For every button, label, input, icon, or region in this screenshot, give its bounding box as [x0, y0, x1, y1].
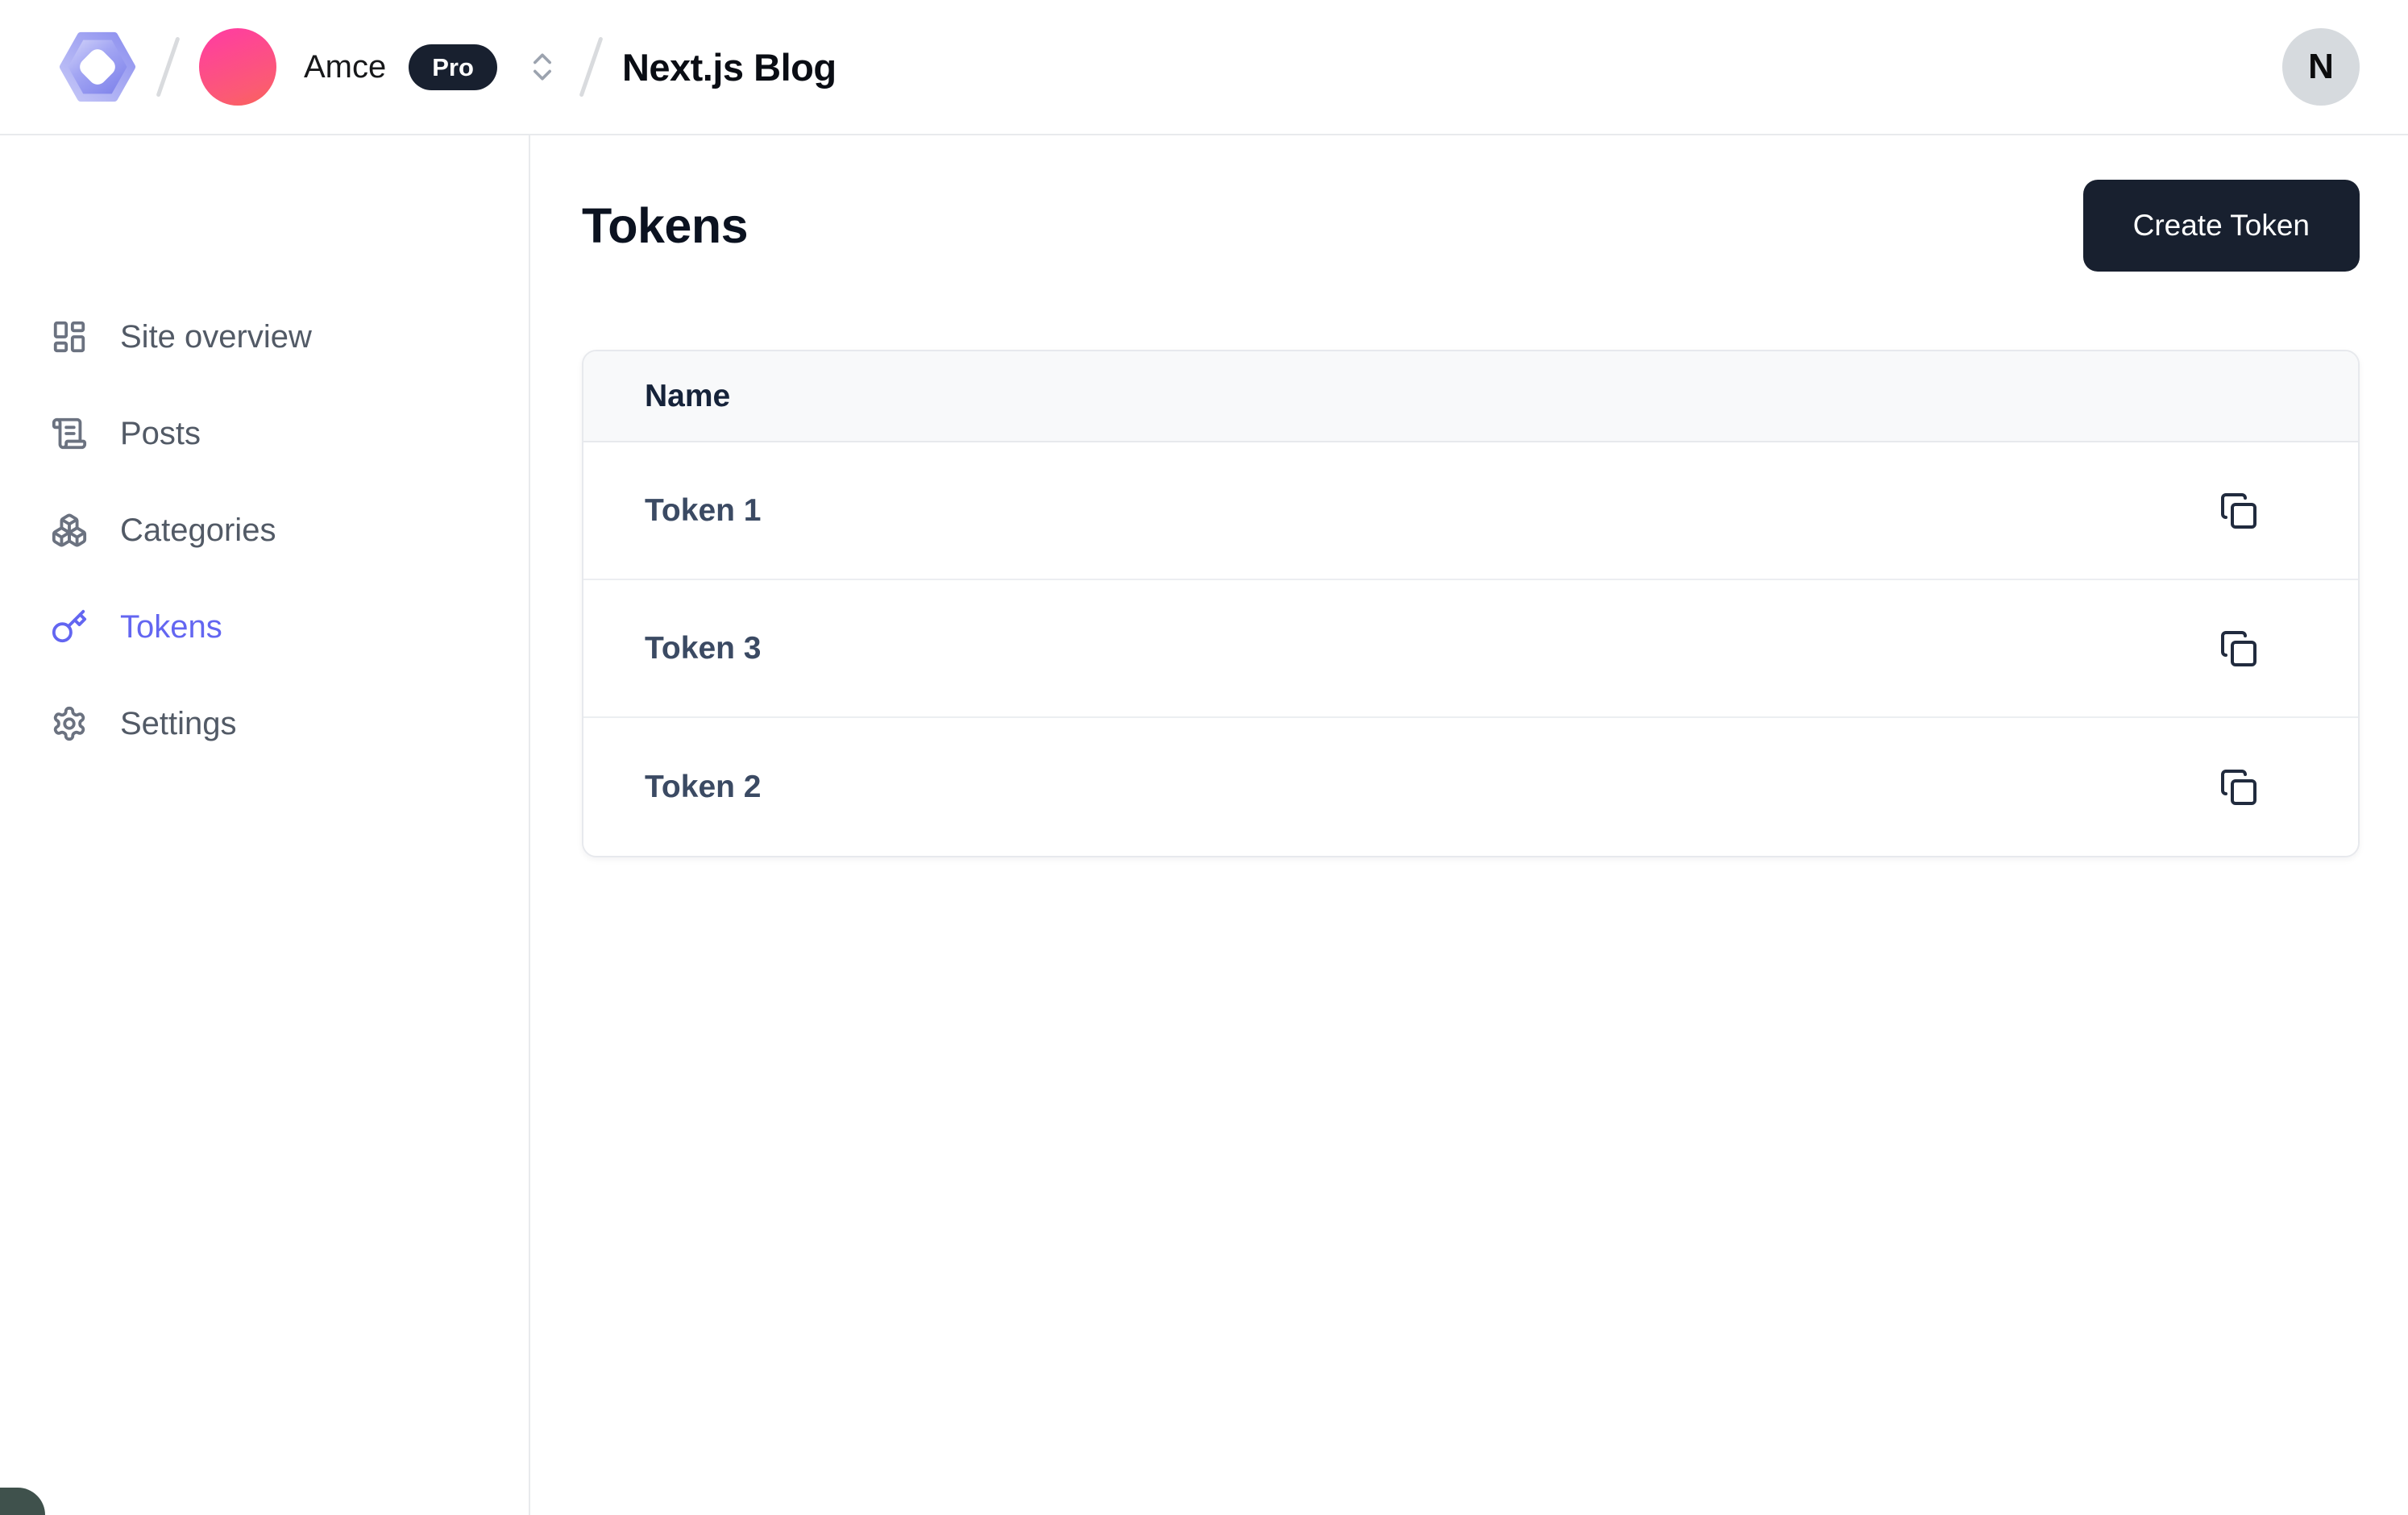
copy-token-button[interactable] — [2219, 768, 2258, 807]
copy-token-button[interactable] — [2219, 629, 2258, 668]
copy-icon — [2219, 629, 2258, 668]
sidebar-item-label: Tokens — [120, 609, 222, 645]
sidebar-item-settings[interactable]: Settings — [0, 675, 529, 772]
sidebar-item-label: Site overview — [120, 319, 312, 355]
breadcrumb-separator — [156, 36, 180, 97]
workspace-switcher-chevrons-icon[interactable] — [525, 49, 560, 85]
sidebar-nav: Site overview Posts — [0, 135, 530, 1515]
workspace-name[interactable]: Amce — [304, 49, 386, 85]
copy-icon — [2219, 492, 2258, 530]
sidebar-item-label: Settings — [120, 706, 237, 742]
page-title: Tokens — [582, 197, 748, 254]
tokens-table: Name Token 1 Token 3 — [582, 350, 2360, 857]
copy-icon — [2219, 768, 2258, 807]
key-icon — [51, 608, 88, 645]
site-title: Next.js Blog — [622, 45, 837, 89]
sidebar-item-label: Categories — [120, 513, 276, 549]
top-header: Amce Pro Next.js Blog N — [0, 0, 2408, 135]
breadcrumb-separator — [579, 36, 603, 97]
plan-badge: Pro — [409, 44, 497, 90]
table-row: Token 2 — [583, 718, 2358, 856]
sidebar-item-tokens[interactable]: Tokens — [0, 579, 529, 675]
app-logo-icon[interactable] — [58, 27, 137, 106]
table-row: Token 1 — [583, 442, 2358, 580]
sidebar-item-site-overview[interactable]: Site overview — [0, 288, 529, 385]
main-content: Tokens Create Token Name Token 1 Token 3 — [530, 135, 2408, 1515]
sidebar-item-label: Posts — [120, 416, 201, 452]
create-token-button[interactable]: Create Token — [2083, 180, 2360, 272]
sidebar-item-posts[interactable]: Posts — [0, 385, 529, 482]
token-name: Token 3 — [645, 631, 761, 666]
sidebar-item-categories[interactable]: Categories — [0, 482, 529, 579]
workspace-avatar[interactable] — [199, 28, 276, 106]
settings-icon — [51, 705, 88, 742]
table-header-row: Name — [583, 351, 2358, 442]
user-avatar[interactable]: N — [2282, 28, 2360, 106]
token-name: Token 2 — [645, 770, 761, 805]
copy-token-button[interactable] — [2219, 492, 2258, 530]
posts-icon — [51, 415, 88, 452]
token-name: Token 1 — [645, 493, 761, 529]
column-header-name: Name — [645, 379, 730, 414]
table-row: Token 3 — [583, 580, 2358, 718]
dashboard-icon — [51, 318, 88, 355]
categories-icon — [51, 512, 88, 549]
